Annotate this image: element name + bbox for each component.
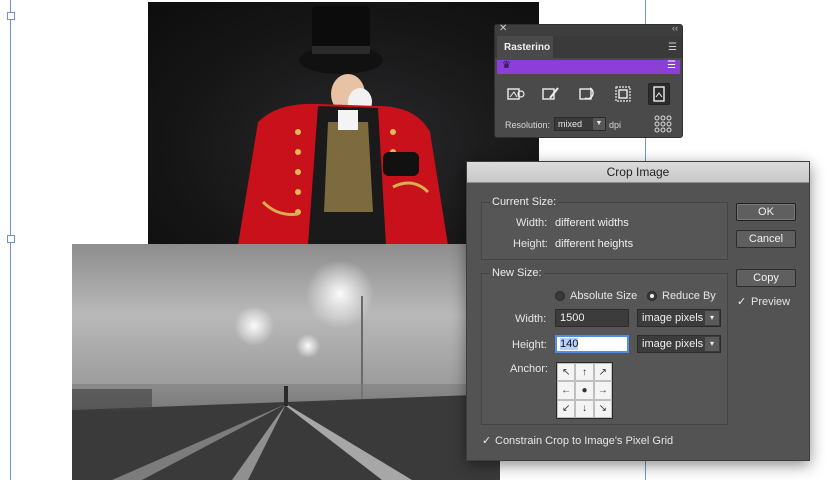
resolution-select[interactable]: mixed ▼ bbox=[554, 117, 606, 131]
rasterize-brush-icon bbox=[542, 87, 559, 100]
anchor-center[interactable]: ● bbox=[575, 381, 594, 400]
foggy-road-image[interactable] bbox=[72, 244, 500, 480]
panel-title-strip: ✕ ‹‹ bbox=[495, 23, 682, 36]
brand-menu-icon[interactable]: ☰ bbox=[667, 60, 676, 71]
double-chevron-icon[interactable]: ‹‹ bbox=[672, 23, 678, 33]
width-unit-select[interactable]: image pixels ▾ bbox=[637, 309, 721, 327]
rotate-raster-button[interactable] bbox=[576, 83, 598, 105]
crop-image-dialog: Crop Image Current Size: Width: differen… bbox=[466, 161, 810, 461]
constrain-checkbox[interactable]: ✓ bbox=[482, 434, 491, 447]
current-width-label: Width: bbox=[516, 217, 548, 229]
anchor-top[interactable]: ↑ bbox=[575, 363, 594, 382]
rasterize-brush-button[interactable] bbox=[540, 83, 562, 105]
foggy-road-illustration bbox=[72, 260, 500, 480]
reduce-by-label[interactable]: Reduce By bbox=[662, 290, 716, 302]
current-height-value: different heights bbox=[555, 238, 634, 250]
rasterino-brand-bar: ♛ ☰ bbox=[497, 60, 680, 74]
raster-document-button[interactable] bbox=[648, 83, 670, 105]
rotate-raster-icon bbox=[579, 87, 594, 100]
width-input[interactable]: 1500 bbox=[555, 309, 629, 327]
absolute-size-label[interactable]: Absolute Size bbox=[570, 290, 637, 302]
anchor-grid: ↖ ↑ ↗ ← ● → ↙ ↓ ↘ bbox=[556, 362, 613, 419]
new-size-title: New Size: bbox=[490, 267, 544, 279]
cancel-button[interactable]: Cancel bbox=[736, 230, 796, 248]
grid-dots-icon[interactable] bbox=[653, 114, 673, 134]
preview-label[interactable]: Preview bbox=[751, 296, 790, 308]
anchor-top-right[interactable]: ↗ bbox=[593, 363, 612, 382]
resolution-label: Resolution: bbox=[505, 120, 551, 130]
anchor-top-left[interactable]: ↖ bbox=[557, 363, 576, 382]
selection-handle-top-left[interactable] bbox=[7, 12, 15, 20]
reduce-by-radio[interactable] bbox=[647, 291, 657, 301]
crop-raster-icon bbox=[615, 86, 631, 102]
raster-document-icon bbox=[653, 86, 665, 102]
constrain-label[interactable]: Constrain Crop to Image's Pixel Grid bbox=[495, 435, 673, 447]
height-unit-value: image pixels bbox=[642, 338, 704, 350]
new-width-label: Width: bbox=[515, 313, 547, 325]
current-height-label: Height: bbox=[513, 238, 548, 250]
rasterize-link-icon bbox=[507, 88, 525, 100]
hamburger-icon[interactable]: ☰ bbox=[668, 42, 677, 53]
resolution-value: mixed bbox=[558, 119, 583, 129]
anchor-bottom-right[interactable]: ↘ bbox=[593, 399, 612, 418]
crop-raster-button[interactable] bbox=[612, 83, 634, 105]
rasterino-panel: ✕ ‹‹ Rasterino ☰ ♛ ☰ Resolution: mixed ▼… bbox=[494, 23, 683, 138]
chevron-down-icon: ▼ bbox=[593, 118, 605, 130]
anchor-left[interactable]: ← bbox=[557, 381, 576, 400]
anchor-right[interactable]: → bbox=[593, 381, 612, 400]
current-width-value: different widths bbox=[555, 217, 629, 229]
panel-tab-bar: Rasterino ☰ bbox=[495, 36, 682, 58]
chevron-down-icon: ▾ bbox=[705, 337, 719, 351]
new-height-label: Height: bbox=[512, 339, 547, 351]
copy-button[interactable]: Copy bbox=[736, 269, 796, 287]
anchor-bottom-left[interactable]: ↙ bbox=[557, 399, 576, 418]
absolute-size-radio[interactable] bbox=[555, 291, 565, 301]
height-input-value: 140 bbox=[560, 338, 579, 350]
crown-icon: ♛ bbox=[502, 60, 511, 71]
close-icon[interactable]: ✕ bbox=[499, 23, 507, 34]
dialog-title[interactable]: Crop Image bbox=[467, 162, 809, 183]
current-size-title: Current Size: bbox=[490, 196, 559, 208]
chevron-down-icon: ▾ bbox=[705, 311, 719, 325]
width-unit-value: image pixels bbox=[642, 312, 704, 324]
current-size-group: Current Size: Width: different widths He… bbox=[481, 196, 728, 260]
tab-rasterino[interactable]: Rasterino bbox=[497, 36, 553, 58]
resolution-unit: dpi bbox=[609, 120, 622, 130]
height-unit-select[interactable]: image pixels ▾ bbox=[637, 335, 721, 353]
ok-button[interactable]: OK bbox=[736, 203, 796, 221]
rasterize-link-button[interactable] bbox=[505, 83, 527, 105]
anchor-bottom[interactable]: ↓ bbox=[575, 399, 594, 418]
width-input-value: 1500 bbox=[560, 312, 585, 324]
height-input[interactable]: 140 bbox=[555, 335, 629, 353]
anchor-label: Anchor: bbox=[510, 363, 548, 375]
selection-handle-left[interactable] bbox=[7, 235, 15, 243]
preview-checkbox[interactable]: ✓ bbox=[737, 295, 746, 308]
